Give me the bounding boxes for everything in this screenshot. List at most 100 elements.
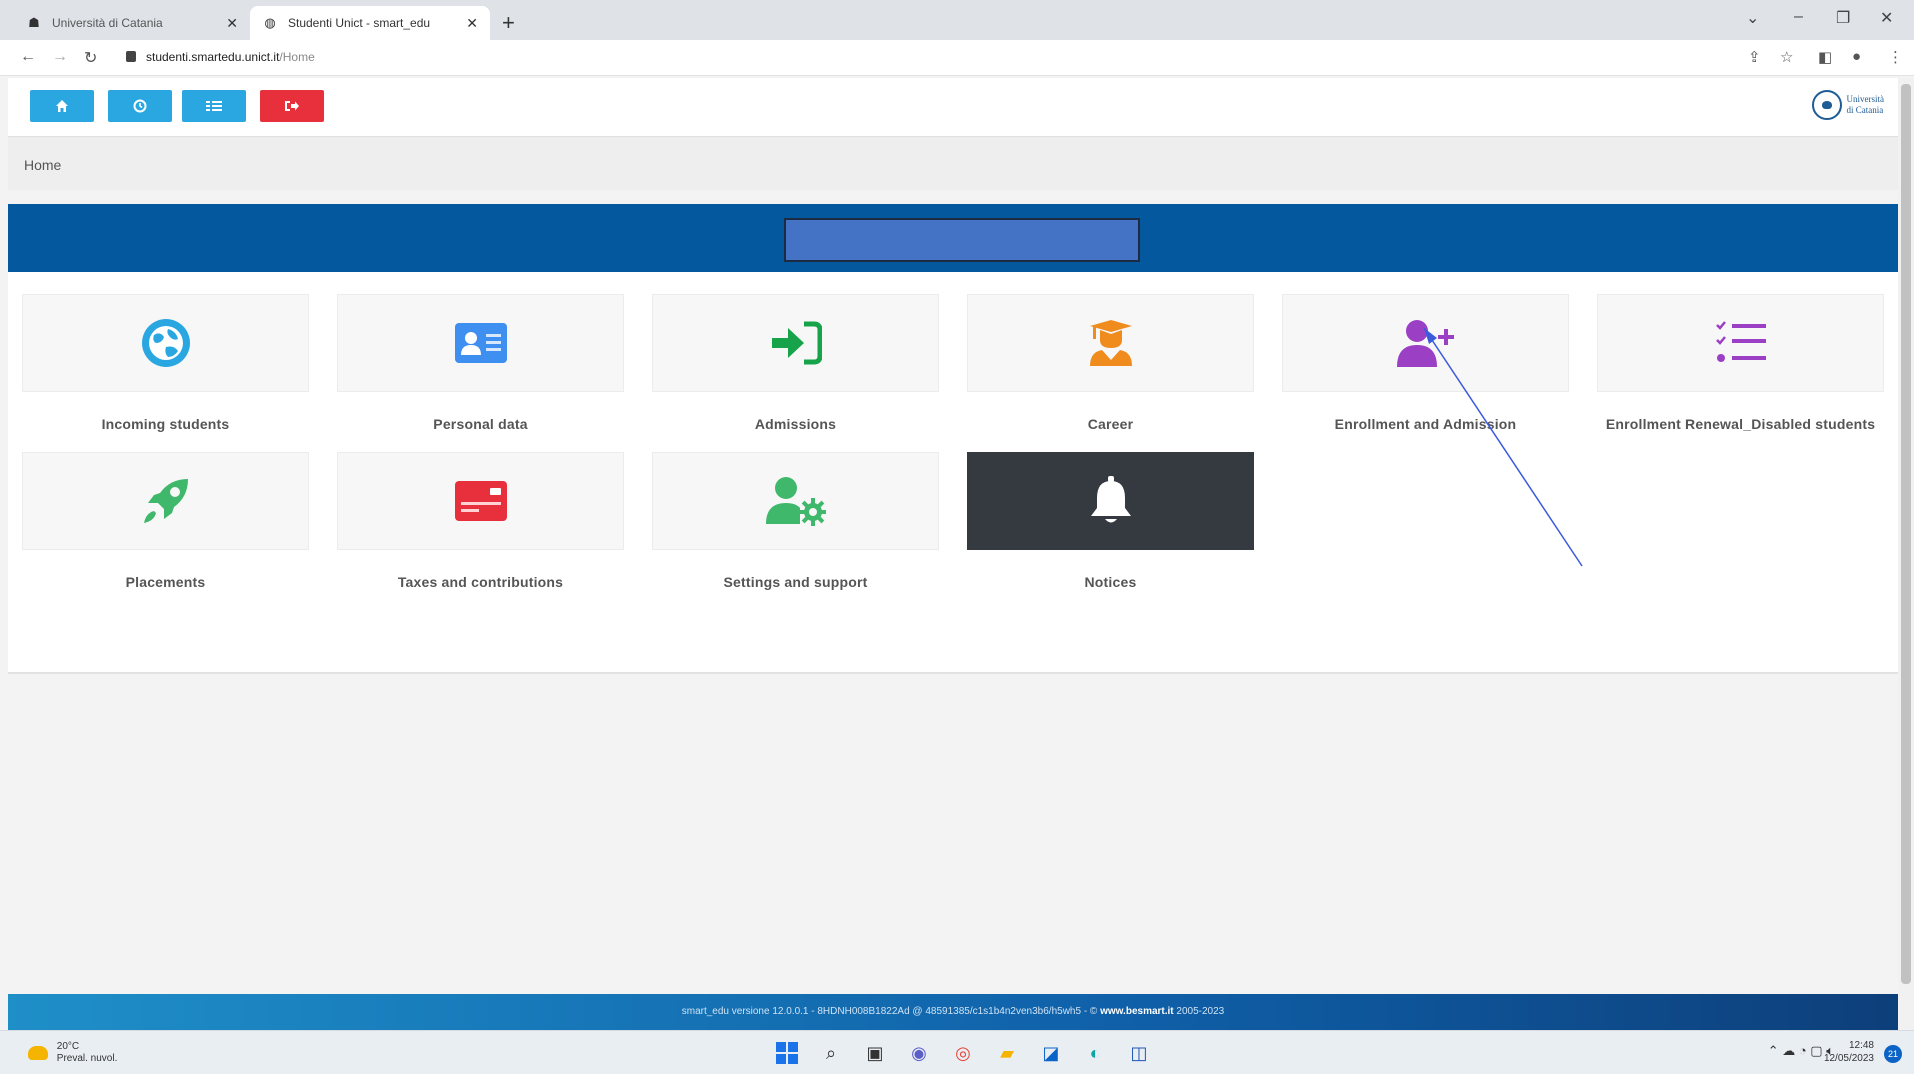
search-icon[interactable]: ⌕ [816,1039,846,1067]
credit-card-icon [454,481,507,521]
rocket-icon [143,479,188,523]
restore-icon[interactable]: ❐ [1836,8,1850,28]
tile-icon-box[interactable] [652,294,939,392]
tile-icon-box[interactable] [337,294,624,392]
address-bar: ← → ↻ studenti.smartedu.unict.it/Home ⇪ … [0,40,1914,76]
breadcrumb-home[interactable]: Home [24,157,61,173]
close-window-icon[interactable]: ✕ [1880,8,1893,28]
taskbar-apps: ⌕ ▣ ◉ ◎ ▰ ◪ ◐ ◫ [772,1039,1154,1067]
tile-enrollment-admission[interactable]: Enrollment and Admission [1282,294,1569,432]
windows-start-icon[interactable] [772,1039,802,1067]
weather-temp: 20°C [56,1041,80,1052]
back-icon[interactable]: ← [20,48,36,66]
footer-brand-link[interactable]: www.besmart.it [1100,1006,1174,1017]
site-footer: smart_edu versione 12.0.0.1 - 8HDNH008B1… [8,994,1898,1030]
sign-out-icon [285,101,299,111]
home-button[interactable] [30,90,94,122]
checklist-icon [1715,321,1766,362]
menu-kebab-icon[interactable]: ⋮ [1888,48,1903,66]
new-tab-icon[interactable]: + [502,10,515,36]
tile-icon-box[interactable] [22,294,309,392]
task-view-icon[interactable]: ▣ [860,1039,890,1067]
url-host: studenti.smartedu.unict.it [146,50,280,64]
close-tab-icon[interactable]: ✕ [226,15,238,32]
logo-line1: Università [1846,94,1885,104]
dashboard-grid: Incoming students Personal data Admissio… [8,272,1898,674]
footer-text: smart_edu versione 12.0.0.1 - 8HDNH008B1… [8,1006,1898,1017]
profile-icon[interactable]: ● [1852,48,1861,65]
tile-career[interactable]: Career [967,294,1254,432]
footer-years: 2005-2023 [1173,1006,1225,1017]
tile-label: Taxes and contributions [397,574,564,590]
url-path: /Home [279,50,315,64]
logout-button[interactable] [260,90,324,122]
tile-icon-box[interactable] [967,452,1254,550]
tile-icon-box[interactable] [22,452,309,550]
logo-line2: di Catania [1846,105,1884,115]
tile-enrollment-renewal[interactable]: Enrollment Renewal_Disabled students [1597,294,1884,432]
tab-search-chevron-icon[interactable]: ⌄ [1746,8,1759,28]
tile-admissions[interactable]: Admissions [652,294,939,432]
tile-placements[interactable]: Placements [22,452,309,590]
browser-tab-smartedu[interactable]: ◍ Studenti Unict - smart_edu ✕ [250,6,490,40]
close-tab-icon[interactable]: ✕ [466,15,478,32]
globe-icon [141,319,190,367]
tile-icon-box[interactable] [967,294,1254,392]
weather-desc: Preval. nuvol. [56,1053,118,1064]
tile-label: Settings and support [723,574,868,590]
bookmark-star-icon[interactable]: ☆ [1780,48,1793,66]
tile-notices[interactable]: Notices [967,452,1254,590]
os-taskbar: 20°C Preval. nuvol. ⌕ ▣ ◉ ◎ ▰ ◪ ◐ ◫ ⌃ ☁ … [0,1030,1914,1074]
tile-label: Career [1087,416,1134,432]
home-icon [56,100,68,112]
tile-label: Notices [1084,574,1137,590]
weather-widget[interactable]: 20°C Preval. nuvol. [28,1041,117,1065]
sign-in-icon [771,321,822,365]
tile-settings-support[interactable]: Settings and support [652,452,939,590]
side-panel-icon[interactable]: ◧ [1818,48,1832,66]
outlook-icon[interactable]: ◪ [1036,1039,1066,1067]
bell-icon [1090,476,1131,523]
breadcrumb: Home [8,136,1898,190]
chat-icon[interactable]: ◉ [904,1039,934,1067]
list-icon [206,101,222,111]
url-field[interactable]: studenti.smartedu.unict.it/Home [126,50,315,64]
tab-title: Studenti Unict - smart_edu [288,16,431,30]
app-header: Università di Catania [8,78,1898,136]
tile-label: Enrollment Renewal_Disabled students [1605,416,1876,432]
tile-icon-box[interactable] [1282,294,1569,392]
minimize-icon[interactable]: – [1794,8,1803,26]
tile-personal-data[interactable]: Personal data [337,294,624,432]
unict-favicon-icon: ☗ [28,15,40,30]
word-icon[interactable]: ◫ [1124,1039,1154,1067]
tile-icon-box[interactable] [337,452,624,550]
page-scrollbar[interactable] [1898,78,1914,1030]
clock-time: 12:48 [1848,1040,1874,1051]
history-button[interactable] [108,90,172,122]
chrome-icon[interactable]: ◎ [948,1039,978,1067]
tile-taxes-contributions[interactable]: Taxes and contributions [337,452,624,590]
browser-tab-unict[interactable]: ☗ Università di Catania ✕ [14,6,250,40]
menu-list-button[interactable] [182,90,246,122]
file-explorer-icon[interactable]: ▰ [992,1039,1022,1067]
tile-icon-box[interactable] [652,452,939,550]
share-icon[interactable]: ⇪ [1748,48,1761,66]
forward-icon[interactable]: → [52,48,68,66]
user-plus-icon [1396,320,1454,367]
scrollbar-thumb[interactable] [1901,84,1911,984]
tile-label: Incoming students [101,416,230,432]
university-seal-icon [1811,90,1842,120]
banner-highlight-box [784,218,1140,262]
tile-icon-box[interactable] [1597,294,1884,392]
notification-badge[interactable]: 21 [1884,1045,1902,1063]
tile-label: Enrollment and Admission [1334,416,1517,432]
page-banner [8,204,1898,272]
clock-date: 12/05/2023 [1823,1053,1874,1064]
taskbar-clock[interactable]: 12:48 12/05/2023 [1824,1039,1874,1065]
browser-tab-bar: ☗ Università di Catania ✕ ◍ Studenti Uni… [0,0,1914,40]
screen: ☗ Università di Catania ✕ ◍ Studenti Uni… [0,0,1914,1074]
tile-incoming-students[interactable]: Incoming students [22,294,309,432]
footer-version: smart_edu versione 12.0.0.1 - 8HDNH008B1… [681,1006,1101,1017]
reload-icon[interactable]: ↻ [84,48,97,68]
edge-icon[interactable]: ◐ [1080,1039,1110,1067]
